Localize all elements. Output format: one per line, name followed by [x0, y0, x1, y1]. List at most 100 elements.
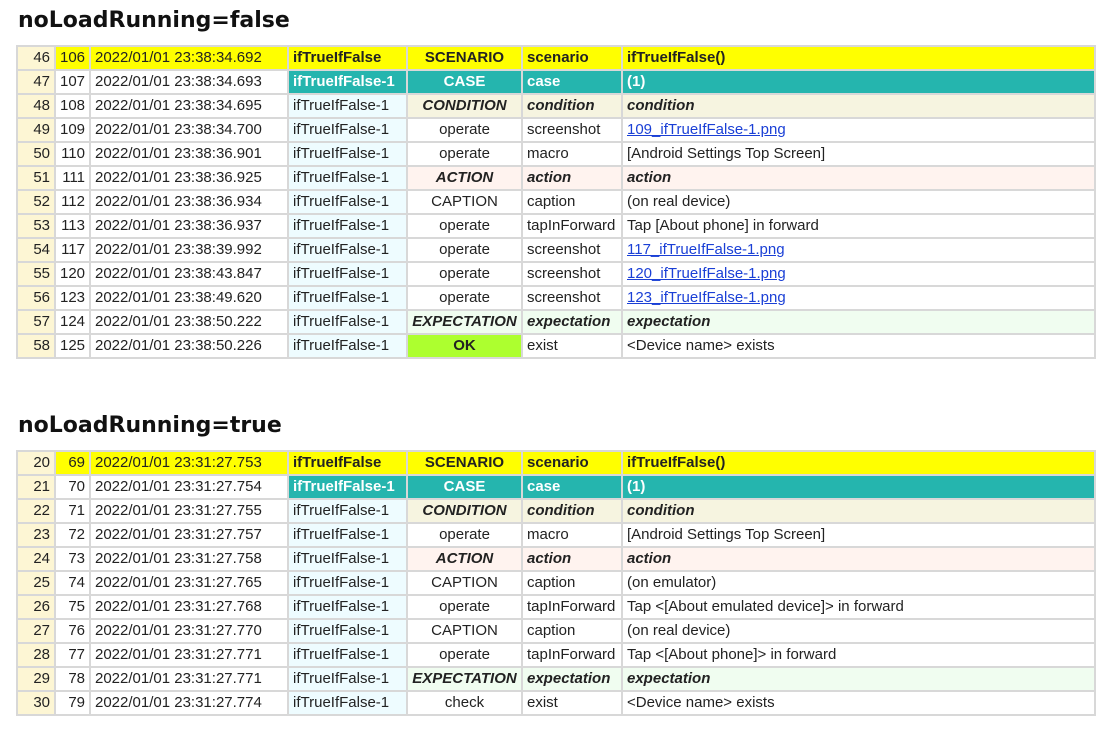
sequence-cell: 120 — [54, 261, 91, 287]
kind-cell: operate — [406, 213, 523, 239]
sequence-cell: 123 — [54, 285, 91, 311]
timestamp-cell: 2022/01/01 23:31:27.754 — [89, 474, 289, 500]
kind-cell: SCENARIO — [406, 450, 523, 476]
table-row: 53 113 2022/01/01 23:38:36.937 ifTrueIfFals… — [16, 213, 1096, 239]
log-table-no-load-true: 20 69 2022/01/01 23:31:27.753 ifTrueIfFalse… — [16, 450, 1096, 716]
table-row: 57 124 2022/01/01 23:38:50.222 ifTrueIfFals… — [16, 309, 1096, 335]
kind-cell: CAPTION — [406, 189, 523, 215]
description-cell: ifTrueIfFalse() — [621, 450, 1096, 476]
timestamp-cell: 2022/01/01 23:31:27.753 — [89, 450, 289, 476]
timestamp-cell: 2022/01/01 23:38:36.925 — [89, 165, 289, 191]
operation-cell: scenario — [521, 45, 623, 71]
scenario-name-cell: ifTrueIfFalse-1 — [287, 261, 408, 287]
row-number-cell: 29 — [16, 666, 56, 692]
row-number-cell: 51 — [16, 165, 56, 191]
timestamp-cell: 2022/01/01 23:38:50.222 — [89, 309, 289, 335]
sequence-cell: 110 — [54, 141, 91, 167]
scenario-name-cell: ifTrueIfFalse-1 — [287, 117, 408, 143]
timestamp-cell: 2022/01/01 23:38:34.693 — [89, 69, 289, 95]
row-number-cell: 26 — [16, 594, 56, 620]
scenario-name-cell: ifTrueIfFalse — [287, 450, 408, 476]
operation-cell: caption — [521, 189, 623, 215]
table-row: 46 106 2022/01/01 23:38:34.692 ifTrueIfFals… — [16, 45, 1096, 71]
kind-cell: EXPECTATION — [406, 666, 523, 692]
table-row: 51 111 2022/01/01 23:38:36.925 ifTrueIfFals… — [16, 165, 1096, 191]
sequence-cell: 69 — [54, 450, 91, 476]
scenario-name-cell: ifTrueIfFalse-1 — [287, 189, 408, 215]
timestamp-cell: 2022/01/01 23:31:27.757 — [89, 522, 289, 548]
operation-cell: case — [521, 69, 623, 95]
table-row: 28 77 2022/01/01 23:31:27.771 ifTrueIfFalse… — [16, 642, 1096, 668]
table-row: 49 109 2022/01/01 23:38:34.700 ifTrueIfFals… — [16, 117, 1096, 143]
table-row: 47 107 2022/01/01 23:38:34.693 ifTrueIfFals… — [16, 69, 1096, 95]
operation-cell: action — [521, 165, 623, 191]
row-number-cell: 49 — [16, 117, 56, 143]
table-row: 30 79 2022/01/01 23:31:27.774 ifTrueIfFalse… — [16, 690, 1096, 716]
operation-cell: condition — [521, 93, 623, 119]
screenshot-link[interactable]: 117_ifTrueIfFalse-1.png — [627, 241, 785, 258]
row-number-cell: 21 — [16, 474, 56, 500]
row-number-cell: 52 — [16, 189, 56, 215]
description-cell: condition — [621, 93, 1096, 119]
table-row: 52 112 2022/01/01 23:38:36.934 ifTrueIfFals… — [16, 189, 1096, 215]
sequence-cell: 112 — [54, 189, 91, 215]
timestamp-cell: 2022/01/01 23:38:34.695 — [89, 93, 289, 119]
scenario-name-cell: ifTrueIfFalse-1 — [287, 141, 408, 167]
table-row: 26 75 2022/01/01 23:31:27.768 ifTrueIfFalse… — [16, 594, 1096, 620]
row-number-cell: 56 — [16, 285, 56, 311]
operation-cell: exist — [521, 690, 623, 716]
row-number-cell: 57 — [16, 309, 56, 335]
screenshot-link[interactable]: 123_ifTrueIfFalse-1.png — [627, 289, 786, 306]
scenario-name-cell: ifTrueIfFalse-1 — [287, 570, 408, 596]
operation-cell: tapInForward — [521, 642, 623, 668]
table-row: 20 69 2022/01/01 23:31:27.753 ifTrueIfFalse… — [16, 450, 1096, 476]
description-cell: (1) — [621, 474, 1096, 500]
table-row: 48 108 2022/01/01 23:38:34.695 ifTrueIfFals… — [16, 93, 1096, 119]
description-cell: [Android Settings Top Screen] — [621, 141, 1096, 167]
description-cell: 109_ifTrueIfFalse-1.png — [621, 117, 1096, 143]
kind-cell: operate — [406, 261, 523, 287]
table-row: 27 76 2022/01/01 23:31:27.770 ifTrueIfFalse… — [16, 618, 1096, 644]
sequence-cell: 108 — [54, 93, 91, 119]
sequence-cell: 75 — [54, 594, 91, 620]
operation-cell: screenshot — [521, 261, 623, 287]
table-row: 58 125 2022/01/01 23:38:50.226 ifTrueIfFals… — [16, 333, 1096, 359]
description-cell: Tap <[About phone]> in forward — [621, 642, 1096, 668]
sequence-cell: 72 — [54, 522, 91, 548]
kind-cell: SCENARIO — [406, 45, 523, 71]
section-title-no-load-true: noLoadRunning=true — [18, 413, 282, 438]
operation-cell: scenario — [521, 450, 623, 476]
screenshot-link[interactable]: 109_ifTrueIfFalse-1.png — [627, 121, 786, 138]
timestamp-cell: 2022/01/01 23:31:27.758 — [89, 546, 289, 572]
sequence-cell: 107 — [54, 69, 91, 95]
timestamp-cell: 2022/01/01 23:38:49.620 — [89, 285, 289, 311]
operation-cell: screenshot — [521, 285, 623, 311]
operation-cell: screenshot — [521, 117, 623, 143]
timestamp-cell: 2022/01/01 23:31:27.771 — [89, 642, 289, 668]
row-number-cell: 53 — [16, 213, 56, 239]
sequence-cell: 117 — [54, 237, 91, 263]
sequence-cell: 77 — [54, 642, 91, 668]
row-number-cell: 27 — [16, 618, 56, 644]
sequence-cell: 111 — [54, 165, 91, 191]
row-number-cell: 58 — [16, 333, 56, 359]
kind-cell: EXPECTATION — [406, 309, 523, 335]
sequence-cell: 124 — [54, 309, 91, 335]
scenario-name-cell: ifTrueIfFalse — [287, 45, 408, 71]
row-number-cell: 22 — [16, 498, 56, 524]
description-cell: 117_ifTrueIfFalse-1.png — [621, 237, 1096, 263]
row-number-cell: 20 — [16, 450, 56, 476]
sequence-cell: 76 — [54, 618, 91, 644]
row-number-cell: 48 — [16, 93, 56, 119]
kind-cell: operate — [406, 285, 523, 311]
kind-cell: ACTION — [406, 546, 523, 572]
description-cell: Tap [About phone] in forward — [621, 213, 1096, 239]
timestamp-cell: 2022/01/01 23:31:27.774 — [89, 690, 289, 716]
description-cell: expectation — [621, 666, 1096, 692]
screenshot-link[interactable]: 120_ifTrueIfFalse-1.png — [627, 265, 786, 282]
kind-cell: operate — [406, 141, 523, 167]
timestamp-cell: 2022/01/01 23:31:27.765 — [89, 570, 289, 596]
sequence-cell: 125 — [54, 333, 91, 359]
operation-cell: exist — [521, 333, 623, 359]
sequence-cell: 71 — [54, 498, 91, 524]
